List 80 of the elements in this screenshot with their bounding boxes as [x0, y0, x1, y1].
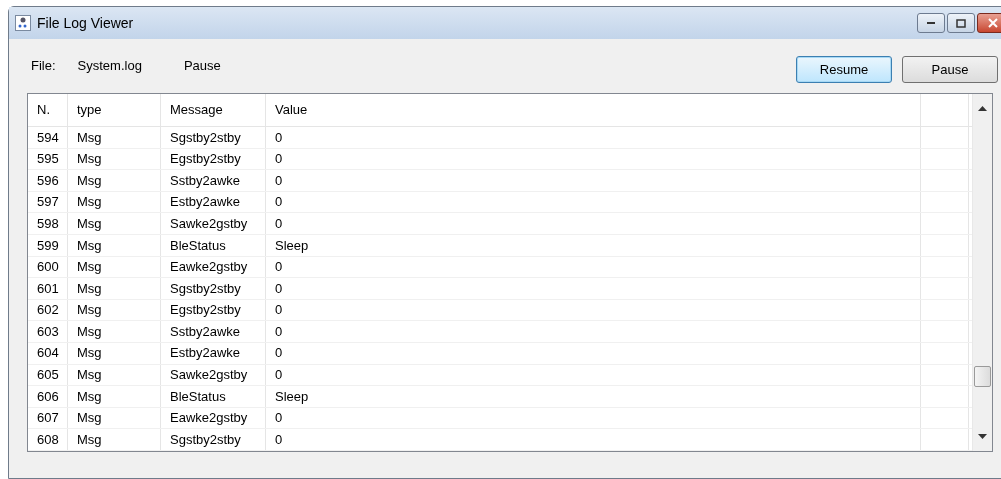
table-cell-text: 0 [275, 366, 283, 385]
table-cell-text: 596 [37, 171, 59, 190]
table-cell-text: 604 [37, 344, 59, 363]
table-cell-text: Msg [77, 128, 102, 147]
table-cell-text: Egstby2stby [170, 301, 241, 320]
state-label: Pause [183, 57, 221, 75]
table-cell-text: 0 [275, 214, 283, 233]
table-cell-text: Estby2awke [170, 344, 241, 363]
table-cell-text: 595 [37, 150, 59, 169]
table-cell-text: 0 [275, 430, 283, 449]
table-cell-text: 602 [37, 301, 59, 320]
window-title: File Log Viewer [37, 13, 134, 33]
table-cell-text: 0 [275, 322, 283, 341]
table-cell-text: Msg [77, 430, 102, 449]
table-cell-text: 605 [37, 366, 59, 385]
table-cell-text: Sgstby2stby [170, 430, 241, 449]
table-cell-text: Msg [77, 193, 102, 212]
table-cell-text: 0 [275, 279, 283, 298]
table-cell-text: Sstby2awke [170, 171, 241, 190]
action-button[interactable]: Resume [796, 56, 892, 83]
table-cell-text: 597 [37, 193, 59, 212]
table-cell-text: Msg [77, 344, 102, 363]
table-cell-text: 0 [275, 150, 283, 169]
table-cell-text: 598 [37, 214, 59, 233]
table-cell-text: Msg [77, 301, 102, 320]
table-cell-text: 603 [37, 322, 59, 341]
table-cell-text: Msg [77, 409, 102, 428]
table-cell-text: 0 [275, 193, 283, 212]
table-cell-text: Eawke2gstby [170, 258, 248, 277]
scroll-down-icon[interactable] [978, 434, 987, 439]
table-cell-text: Msg [77, 150, 102, 169]
maximize-button[interactable] [947, 13, 975, 33]
scroll-thumb[interactable] [974, 366, 991, 387]
table-cell-text: Msg [77, 171, 102, 190]
table-cell-text: 0 [275, 409, 283, 428]
maximize-icon [956, 18, 966, 28]
table-cell-text: 607 [37, 409, 59, 428]
close-icon [988, 18, 998, 28]
table-cell-text: Msg [77, 258, 102, 277]
table-cell-text: Egstby2stby [170, 150, 241, 169]
table-cell-text: Msg [77, 236, 102, 255]
file-name: System.log [77, 57, 142, 75]
table-cell-text: Sgstby2stby [170, 128, 241, 147]
table-cell-text: Sleep [275, 387, 309, 406]
action-button[interactable]: Pause [902, 56, 998, 83]
table-cell-text: 0 [275, 344, 283, 363]
table-cell-text: Sawke2gstby [170, 214, 248, 233]
table-cell-text: 606 [37, 387, 59, 406]
table-cell-text: Eawke2gstby [170, 409, 248, 428]
table-cell-text: 0 [275, 128, 283, 147]
table-cell-text: BleStatus [170, 387, 226, 406]
table-cell-text: Sawke2gstby [170, 366, 248, 385]
column-header[interactable]: Message [170, 100, 223, 120]
table-cell-text: 608 [37, 430, 59, 449]
app-icon [15, 15, 31, 31]
table-cell-text: 599 [37, 236, 59, 255]
scrollbar[interactable] [972, 94, 992, 451]
table-cell-text: Msg [77, 366, 102, 385]
table-cell-text: 601 [37, 279, 59, 298]
table-cell-text: BleStatus [170, 236, 226, 255]
column-header[interactable]: N. [37, 100, 50, 120]
table-cell-text: 594 [37, 128, 59, 147]
table-cell-text: 0 [275, 301, 283, 320]
table-cell-text: Msg [77, 387, 102, 406]
column-header[interactable]: Value [275, 100, 308, 120]
table-cell-text: Msg [77, 279, 102, 298]
table-cell-text: 0 [275, 171, 283, 190]
scroll-up-icon[interactable] [978, 106, 987, 111]
file-label: File: [31, 57, 56, 75]
table-cell-text: 600 [37, 258, 59, 277]
minimize-icon [926, 21, 936, 25]
table-cell-text: Estby2awke [170, 193, 241, 212]
table-cell-text: Sleep [275, 236, 309, 255]
table-cell-text: Msg [77, 322, 102, 341]
table-cell-text: Sgstby2stby [170, 279, 241, 298]
table-cell-text: Msg [77, 214, 102, 233]
column-header[interactable]: type [77, 100, 102, 120]
table-cell-text: Sstby2awke [170, 322, 241, 341]
minimize-button[interactable] [917, 13, 945, 33]
table-cell-text: 0 [275, 258, 283, 277]
